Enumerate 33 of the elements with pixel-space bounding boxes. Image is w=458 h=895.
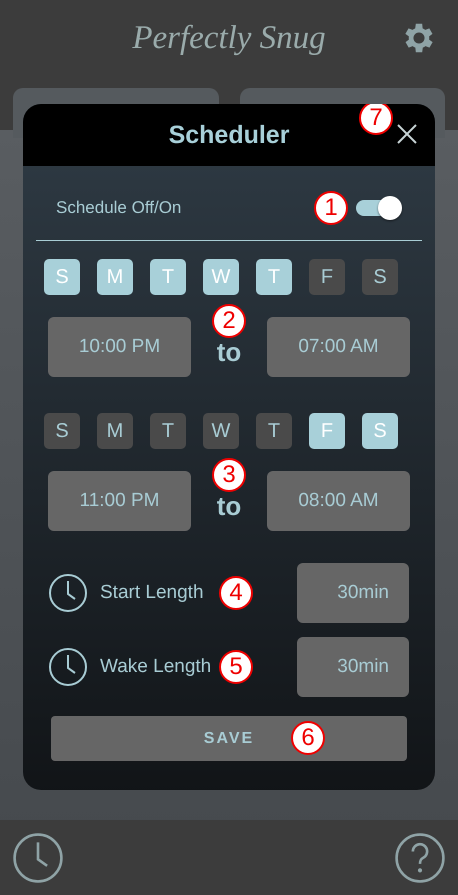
length-label: Start Length [100, 582, 205, 604]
clock-icon [48, 573, 88, 613]
day-toggle[interactable]: S [44, 413, 80, 449]
start-time-field[interactable]: 11:00 PM [48, 471, 191, 531]
callout-number: 1 [314, 191, 348, 225]
day-toggle[interactable]: M [97, 413, 133, 449]
callout-number: 6 [291, 721, 325, 755]
app-title: Perfectly Snug [132, 20, 326, 56]
end-time-field[interactable]: 07:00 AM [267, 317, 410, 377]
day-toggle[interactable]: F [309, 259, 345, 295]
save-button[interactable]: SAVE 6 [51, 716, 407, 761]
callout-number: 7 [359, 104, 393, 135]
day-toggle[interactable]: T [256, 413, 292, 449]
dialog-title: Scheduler [168, 120, 290, 150]
duration-field[interactable]: 30min [297, 563, 409, 623]
to-label: to [216, 490, 242, 522]
schedule-switch[interactable] [354, 195, 402, 221]
to-label: to [216, 336, 242, 368]
length-label: Wake Length [100, 656, 212, 678]
callout-number: 2 [212, 304, 246, 338]
end-time-field[interactable]: 08:00 AM [267, 471, 410, 531]
schedule-clock-icon[interactable] [12, 832, 64, 884]
callout-number: 4 [219, 576, 253, 610]
duration-field[interactable]: 30min [297, 637, 409, 697]
clock-icon [48, 647, 88, 687]
day-toggle[interactable]: S [362, 259, 398, 295]
day-toggle[interactable]: T [150, 413, 186, 449]
toggle-label: Schedule Off/On [56, 198, 182, 218]
help-icon[interactable] [394, 832, 446, 884]
day-toggle[interactable]: W [203, 413, 239, 449]
start-time-field[interactable]: 10:00 PM [48, 317, 191, 377]
callout-number: 3 [212, 458, 246, 492]
callout-number: 5 [219, 650, 253, 684]
